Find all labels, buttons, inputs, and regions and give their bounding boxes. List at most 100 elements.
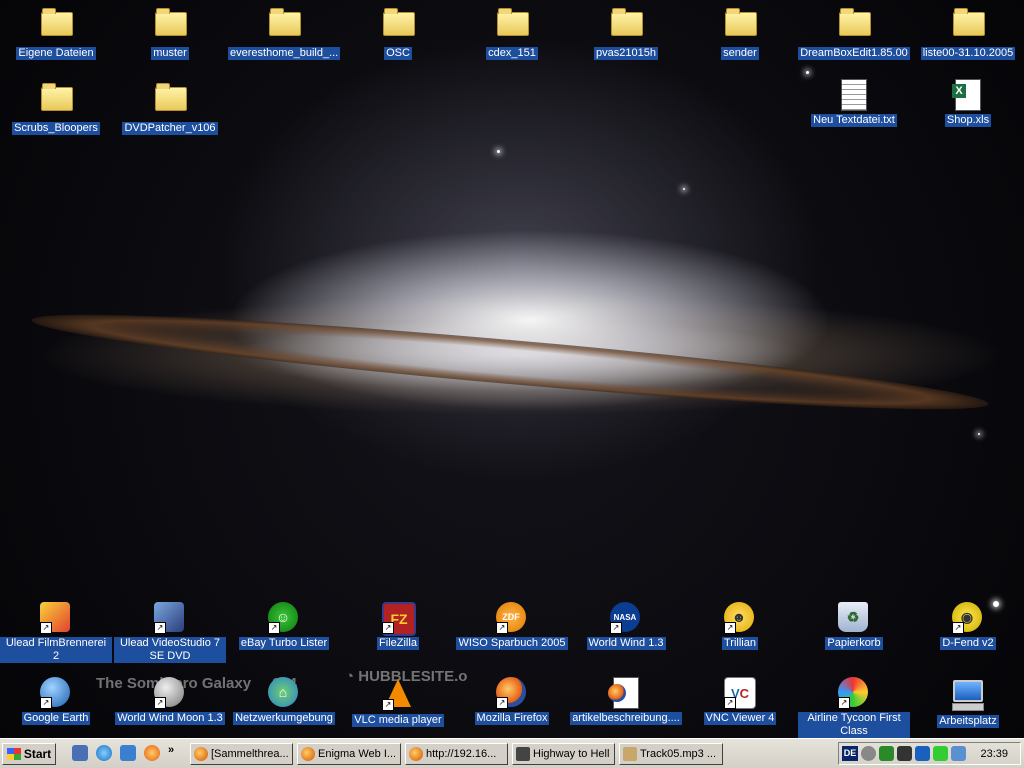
icon-label: Neu Textdatei.txt [811, 114, 897, 127]
firefox-html-file-icon [608, 677, 642, 709]
desktop-icon-airline-tycoon[interactable]: ↗ Airline Tycoon First Class [798, 677, 910, 738]
desktop-icon-papierkorb[interactable]: ♻ Papierkorb [798, 602, 910, 650]
desktop-icon-osc[interactable]: OSC [342, 4, 454, 60]
icon-label: DreamBoxEdit1.85.00 [798, 47, 910, 60]
firefox-icon: ↗ [496, 677, 528, 709]
ebay-turbo-lister-icon: ☺ ↗ [268, 602, 300, 634]
icon-label: Ulead FilmBrennerei 2 [0, 637, 112, 663]
recycle-bin-icon: ♻ [838, 602, 870, 634]
tray-network-icon[interactable] [897, 746, 912, 761]
icon-label: FileZilla [377, 637, 419, 650]
icon-label: DVDPatcher_v106 [122, 122, 218, 135]
ulead-filmbrennerei-icon: ↗ [40, 602, 72, 634]
icon-label: Scrubs_Bloopers [12, 122, 100, 135]
outlook-express-icon[interactable] [120, 745, 136, 761]
icon-label: VNC Viewer 4 [703, 712, 777, 725]
task-button-track05[interactable]: Track05.mp3 ... [619, 743, 723, 765]
task-button-sammelthread[interactable]: [Sammelthrea... [190, 743, 293, 765]
star [497, 150, 500, 153]
icon-label: muster [151, 47, 189, 60]
tray-monitor-icon[interactable] [915, 746, 930, 761]
desktop-icon-dvdpatcher[interactable]: DVDPatcher_v106 [114, 79, 226, 135]
icon-label: VLC media player [352, 714, 444, 727]
desktop-icon-everesthome[interactable]: everesthome_build_... [228, 4, 341, 60]
desktop-icon-vlc[interactable]: ↗ VLC media player [342, 677, 454, 727]
winamp-icon [516, 747, 530, 761]
desktop-icon-vnc-viewer[interactable]: V C ↗ VNC Viewer 4 [684, 677, 796, 725]
folder-icon [496, 8, 529, 44]
vnc-viewer-icon: V C ↗ [724, 677, 756, 709]
icon-label: World Wind 1.3 [586, 637, 666, 650]
tray-app-icon[interactable] [879, 746, 894, 761]
desktop-icon-pvas[interactable]: pvas21015h [570, 4, 682, 60]
desktop-icon-mozilla-firefox[interactable]: ↗ Mozilla Firefox [456, 677, 568, 725]
icon-label: Airline Tycoon First Class [798, 712, 910, 738]
start-button[interactable]: Start [2, 743, 56, 765]
desktop-icon-liste[interactable]: liste00-31.10.2005 [912, 4, 1024, 60]
clock[interactable]: 23:39 [980, 748, 1008, 760]
folder-icon [40, 83, 73, 119]
folder-icon [610, 8, 643, 44]
desktop-icon-ulead-videostudio[interactable]: ↗ Ulead VideoStudio 7 SE DVD [114, 602, 226, 663]
desktop-icon-world-wind[interactable]: NASA ↗ World Wind 1.3 [570, 602, 682, 650]
desktop-icon-filezilla[interactable]: FZ ↗ FileZilla [342, 602, 454, 650]
task-button-highway-to-hell[interactable]: Highway to Hell [512, 743, 615, 765]
task-button-http-192[interactable]: http://192.16... [405, 743, 508, 765]
task-button-enigma-web[interactable]: Enigma Web I... [297, 743, 401, 765]
desktop-icon-netzwerkumgebung[interactable]: ⌂ Netzwerkumgebung [228, 677, 340, 725]
desktop-icon-trillian[interactable]: ☻ ↗ Trillian [684, 602, 796, 650]
icon-label: Ulead VideoStudio 7 SE DVD [114, 637, 226, 663]
icon-label: OSC [384, 47, 412, 60]
audio-icon [623, 747, 637, 761]
star [683, 188, 685, 190]
task-label: Highway to Hell [533, 748, 610, 760]
excel-file-icon: X [952, 79, 984, 111]
desktop-icon-ulead-filmbrennerei[interactable]: ↗ Ulead FilmBrennerei 2 [0, 602, 112, 663]
task-label: http://192.16... [426, 748, 497, 760]
icon-label: Arbeitsplatz [937, 715, 999, 728]
tray-computer-icon[interactable] [951, 746, 966, 761]
firefox-icon[interactable] [144, 745, 160, 761]
task-label: [Sammelthrea... [211, 748, 289, 760]
desktop-icon-sender[interactable]: sender [684, 4, 796, 60]
desktop-icon-arbeitsplatz[interactable]: Arbeitsplatz [912, 677, 1024, 728]
icon-label: liste00-31.10.2005 [920, 47, 1016, 60]
desktop-icon-neu-textdatei[interactable]: Neu Textdatei.txt [798, 79, 910, 127]
desktop-icon-muster[interactable]: muster [114, 4, 226, 60]
text-file-icon [838, 79, 870, 111]
desktop-icon-d-fend[interactable]: ◉ ↗ D-Fend v2 [912, 602, 1024, 650]
icon-label: sender [721, 47, 759, 60]
quicklaunch-more-button[interactable]: » [168, 744, 174, 756]
icon-label: World Wind Moon 1.3 [115, 712, 225, 725]
desktop-icon-scrubs-bloopers[interactable]: Scrubs_Bloopers [0, 79, 112, 135]
icon-label: artikelbeschreibung.... [570, 712, 682, 725]
show-desktop-icon[interactable] [72, 745, 88, 761]
icon-label: everesthome_build_... [228, 47, 341, 60]
tray-disc-icon[interactable] [861, 746, 876, 761]
folder-icon [952, 8, 985, 44]
network-places-icon: ⌂ [268, 677, 300, 709]
galaxy-dust-lane [29, 298, 991, 426]
desktop-icon-cdex[interactable]: cdex_151 [456, 4, 568, 60]
desktop-icon-shop-xls[interactable]: X Shop.xls [912, 79, 1024, 127]
desktop-icon-eigene-dateien[interactable]: Eigene Dateien [0, 4, 112, 60]
icon-label: Papierkorb [825, 637, 883, 650]
wiso-sparbuch-icon: ZDF ↗ [496, 602, 528, 634]
star [978, 433, 980, 435]
desktop-icon-world-wind-moon[interactable]: ↗ World Wind Moon 1.3 [114, 677, 226, 725]
desktop-icon-google-earth[interactable]: ↗ Google Earth [0, 677, 112, 725]
desktop-icon-dreamboxedit[interactable]: DreamBoxEdit1.85.00 [798, 4, 910, 60]
language-indicator[interactable]: DE [842, 746, 858, 761]
desktop[interactable]: The Sombrero Galaxy 104 ◔ HUBBLESITE.o E… [0, 0, 1024, 738]
icon-label: pvas21015h [594, 47, 658, 60]
folder-icon [268, 8, 301, 44]
icon-label: D-Fend v2 [940, 637, 996, 650]
google-earth-icon: ↗ [40, 677, 72, 709]
internet-explorer-icon[interactable] [96, 745, 112, 761]
desktop-icon-ebay-turbo-lister[interactable]: ☺ ↗ eBay Turbo Lister [228, 602, 340, 650]
tray-chat-icon[interactable] [933, 746, 948, 761]
desktop-icon-wiso-sparbuch[interactable]: ZDF ↗ WISO Sparbuch 2005 [456, 602, 568, 650]
icon-label: Trillian [722, 637, 758, 650]
task-label: Track05.mp3 ... [640, 748, 717, 760]
desktop-icon-artikelbeschreibung[interactable]: artikelbeschreibung.... [570, 677, 682, 725]
